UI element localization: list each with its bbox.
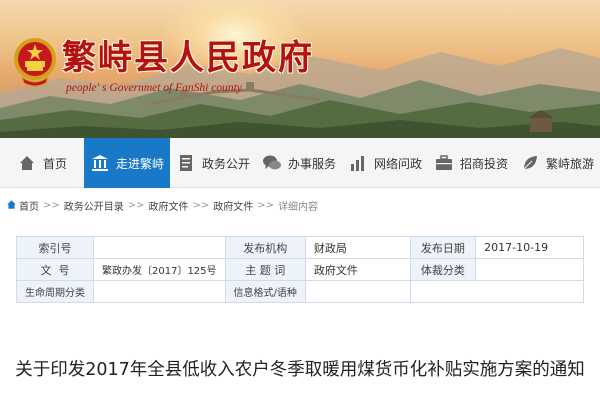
org-label: 发布机构 [224, 236, 306, 259]
index-value [93, 236, 226, 259]
document-icon [176, 153, 196, 173]
nav-item-gov-affairs[interactable]: 政务公开 [170, 138, 256, 188]
nav-item-online-inquiry[interactable]: 网络问政 [342, 138, 428, 188]
nav-item-label: 办事服务 [287, 156, 336, 171]
topic-value: 政府文件 [304, 258, 411, 281]
chart-icon [348, 153, 368, 173]
document-meta-table: 索引号 发布机构 财政局 发布日期 2017-10-19 文 号 繁政办发〔20… [16, 236, 585, 303]
breadcrumb-separator: >> [192, 200, 210, 211]
topic-label: 主 题 词 [224, 258, 306, 281]
doc-number-label: 文 号 [16, 258, 94, 281]
breadcrumb-gov-docs-sub[interactable]: 政府文件 [213, 198, 253, 213]
lifecycle-value [93, 280, 226, 303]
article-title: 关于印发2017年全县低收入农户冬季取暖用煤货币化补贴实施方案的通知 [15, 360, 585, 380]
genre-value [475, 258, 584, 281]
format-label: 信息格式/语种 [224, 280, 306, 303]
breadcrumb-separator: >> [257, 200, 275, 211]
nav-item-investment[interactable]: 招商投资 [428, 138, 514, 188]
national-emblem-icon [14, 38, 56, 87]
nav-item-label: 繁峙旅游 [545, 156, 594, 171]
table-row: 文 号 繁政办发〔2017〕125号 主 题 词 政府文件 体裁分类 [16, 258, 584, 281]
nav-item-label: 走进繁峙 [115, 156, 164, 171]
site-subtitle: people' s Governmet of FanShi county [66, 82, 242, 94]
header-banner: 繁峙县人民政府 people' s Governmet of FanShi co… [0, 0, 600, 138]
table-row: 索引号 发布机构 财政局 发布日期 2017-10-19 [16, 236, 584, 259]
date-label: 发布日期 [409, 236, 477, 259]
nav-item-services[interactable]: 办事服务 [256, 138, 342, 188]
index-label: 索引号 [16, 236, 94, 259]
nav-item-label: 首页 [42, 156, 67, 171]
nav-item-label: 政务公开 [201, 156, 250, 171]
genre-label: 体裁分类 [409, 258, 477, 281]
chat-icon [262, 153, 282, 173]
format-value [304, 280, 411, 303]
site-title: 繁峙县人民政府 [62, 38, 314, 78]
table-row: 生命周期分类 信息格式/语种 [16, 280, 585, 303]
doc-number-value: 繁政办发〔2017〕125号 [93, 258, 226, 281]
nav-item-tourism[interactable]: 繁峙旅游 [514, 138, 600, 188]
lifecycle-label: 生命周期分类 [16, 280, 94, 303]
breadcrumb-gov-docs[interactable]: 政府文件 [149, 198, 189, 213]
nav-item-label: 网络问政 [373, 156, 422, 171]
building-icon [90, 153, 110, 173]
nav-item-home[interactable]: 首页 [0, 138, 84, 188]
breadcrumb-separator: >> [127, 200, 145, 211]
main-nav: 首页 走进繁峙 政务公开 办事服务 网络问政 招商投资 繁峙旅游 [0, 138, 600, 188]
home-icon [6, 199, 17, 213]
nav-item-about[interactable]: 走进繁峙 [84, 138, 170, 188]
breadcrumb: 首页 >> 政务公开目录 >> 政府文件 >> 政府文件 >> 详细内容 [6, 198, 318, 213]
empty-cell [409, 280, 585, 303]
home-icon [17, 153, 37, 173]
leaf-icon [520, 153, 540, 173]
breadcrumb-separator: >> [43, 200, 60, 211]
org-value: 财政局 [304, 236, 411, 259]
breadcrumb-home[interactable]: 首页 [19, 198, 39, 213]
breadcrumb-current: 详细内容 [278, 202, 319, 213]
nav-item-label: 招商投资 [459, 156, 508, 171]
date-value: 2017-10-19 [475, 236, 584, 259]
breadcrumb-gov-directory[interactable]: 政务公开目录 [64, 198, 124, 213]
briefcase-icon [434, 153, 454, 173]
